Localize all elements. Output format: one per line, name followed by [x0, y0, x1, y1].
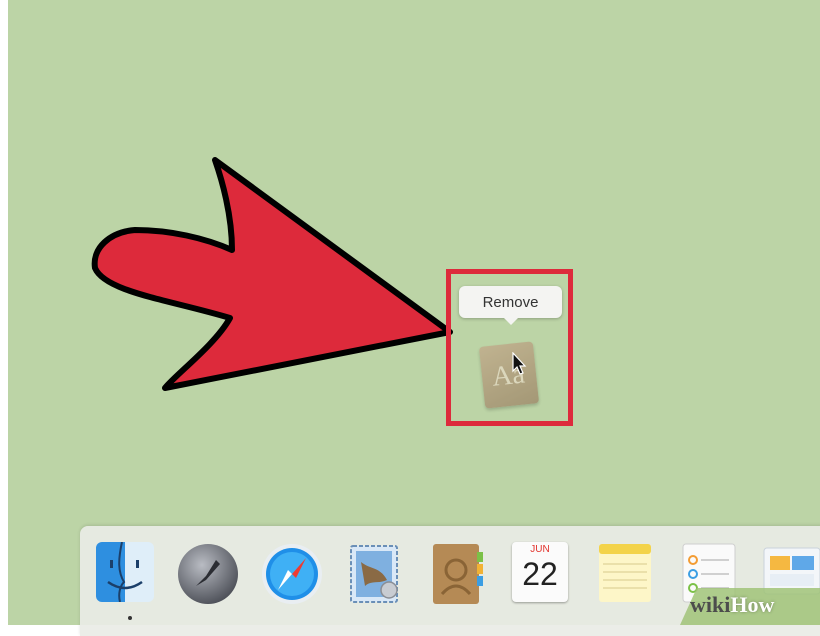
watermark-how: How: [730, 592, 775, 617]
notes-icon[interactable]: [593, 540, 657, 606]
launchpad-icon[interactable]: [176, 540, 240, 606]
remove-tooltip-label: Remove: [482, 293, 539, 311]
contacts-icon[interactable]: [427, 540, 491, 606]
mouse-cursor-icon: [512, 352, 527, 375]
mail-icon[interactable]: [343, 540, 407, 606]
calendar-month: JUN: [530, 544, 550, 555]
calendar-icon[interactable]: JUN 22: [508, 540, 572, 606]
wikihow-watermark: wikiHow: [690, 592, 774, 618]
remove-tooltip: Remove: [459, 286, 562, 325]
finder-running-indicator: [128, 616, 132, 620]
finder-icon[interactable]: [94, 540, 158, 606]
calendar-day: 22: [522, 556, 558, 592]
watermark-wiki: wiki: [690, 592, 731, 617]
safari-icon[interactable]: [260, 540, 324, 606]
dictionary-icon[interactable]: Aa: [478, 341, 540, 409]
